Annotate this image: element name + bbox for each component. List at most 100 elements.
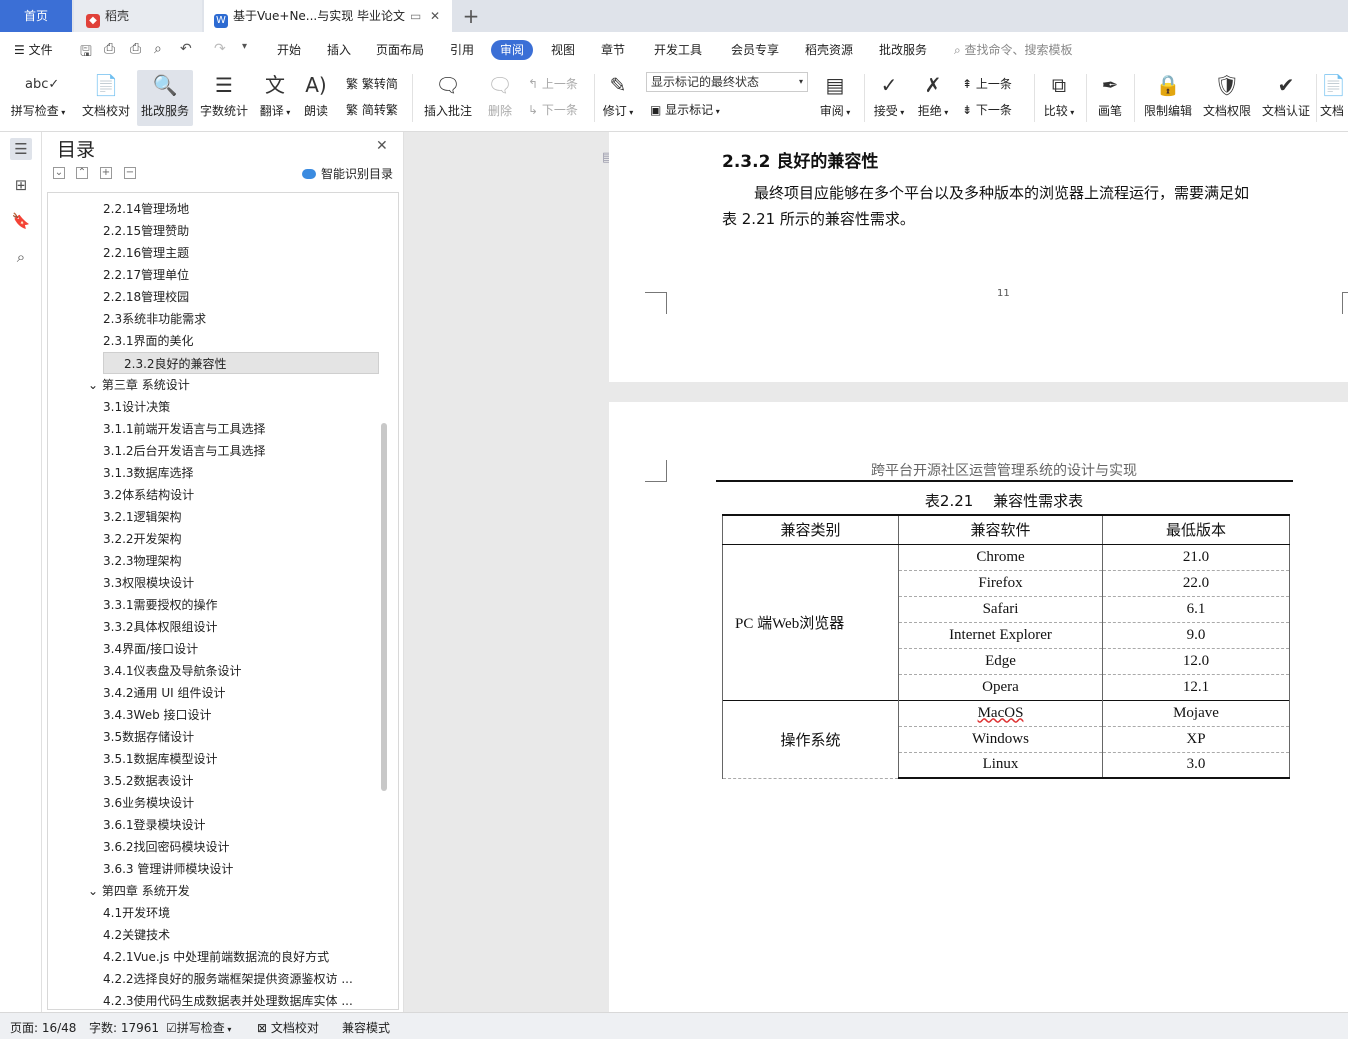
document-certify-button[interactable]: ✔ 文档认证 [1258, 70, 1314, 126]
toc-item[interactable]: 3.4.3Web 接口设计 [103, 704, 212, 726]
toc-item[interactable]: 3.6业务模块设计 [103, 792, 194, 814]
menu-page-layout[interactable]: 页面布局 [376, 40, 424, 60]
toc-item[interactable]: 3.1.1前端开发语言与工具选择 [103, 418, 266, 440]
compare-button[interactable]: ⧉ 比较 ▾ [1040, 70, 1078, 126]
close-icon[interactable]: ✕ [376, 138, 388, 154]
menu-developer[interactable]: 开发工具 [654, 40, 702, 60]
chevron-down-icon[interactable]: ⌄ [88, 884, 102, 898]
correction-service-button[interactable]: 🔍 批改服务 [137, 70, 193, 126]
tab-window-icon[interactable]: ▭ [410, 0, 421, 32]
reject-button[interactable]: ✗ 拒绝 ▾ [914, 70, 952, 126]
redo-icon[interactable]: ↷ [214, 41, 226, 57]
toc-item[interactable]: 3.2体系结构设计 [103, 484, 194, 506]
restrict-editing-button[interactable]: 🔒 限制编辑 [1140, 70, 1196, 126]
toc-item[interactable]: 3.6.3 管理讲师模块设计 [103, 858, 233, 880]
toc-item[interactable]: 3.1.2后台开发语言与工具选择 [103, 440, 266, 462]
add-item-icon[interactable]: + [100, 167, 112, 179]
outline-icon[interactable]: ⊞ [10, 174, 32, 196]
toc-item[interactable]: 2.3系统非功能需求 [103, 308, 206, 330]
next-revision-button[interactable]: ⇟ 下一条 [962, 101, 1012, 118]
simp-to-trad-button[interactable]: 繁 简转繁 [346, 101, 398, 118]
toc-item[interactable]: 4.1开发环境 [103, 902, 170, 924]
toc-item[interactable]: 3.4.2通用 UI 组件设计 [103, 682, 226, 704]
track-changes-button[interactable]: ✎ 修订 ▾ [600, 70, 636, 126]
toc-item[interactable]: 3.2.3物理架构 [103, 550, 182, 572]
toc-item[interactable]: 3.6.1登录模块设计 [103, 814, 206, 836]
status-document-proof[interactable]: ⊠ 文档校对 [257, 1019, 319, 1036]
prev-comment-button[interactable]: ↰ 上一条 [528, 75, 578, 92]
insert-comment-button[interactable]: 🗨 插入批注 [420, 70, 476, 126]
save-icon[interactable]: 🖫 [80, 41, 92, 65]
toc-item[interactable]: 2.2.18管理校园 [103, 286, 189, 308]
menu-review[interactable]: 审阅 [491, 40, 534, 60]
toc-item[interactable]: 3.6.2找回密码模块设计 [103, 836, 230, 858]
new-tab-button[interactable]: + [458, 0, 484, 32]
print-icon[interactable]: ⎙ [130, 41, 141, 57]
toc-chapter-item[interactable]: ⌄ 第四章 系统开发 [88, 880, 190, 902]
menu-start[interactable]: 开始 [277, 40, 301, 60]
page-indicator[interactable]: 页面: 16/48 [10, 1019, 76, 1036]
toc-item[interactable]: 3.5.1数据库模型设计 [103, 748, 218, 770]
smart-toc-button[interactable]: 智能识别目录 [302, 165, 393, 182]
toc-item[interactable]: 2.2.14管理场地 [103, 198, 189, 220]
print-preview-icon[interactable]: ⌕ [154, 41, 162, 57]
toc-item[interactable]: 3.1.3数据库选择 [103, 462, 194, 484]
command-search[interactable]: ⌕ 查找命令、搜索模板 [954, 40, 1073, 60]
document-more-button[interactable]: 📄 文档 [1320, 70, 1348, 126]
show-markup-button[interactable]: ▣ 显示标记 ▾ [650, 101, 720, 118]
expand-all-icon[interactable]: ⌄ [53, 167, 65, 179]
toc-item[interactable]: 2.3.2良好的兼容性 [103, 352, 379, 374]
toc-item[interactable]: 3.3.2具体权限组设计 [103, 616, 218, 638]
customize-chevron-icon[interactable]: ▾ [242, 41, 247, 52]
toc-item[interactable]: 3.3权限模块设计 [103, 572, 194, 594]
accept-button[interactable]: ✓ 接受 ▾ [870, 70, 908, 126]
tab-document[interactable]: W 基于Vue+Ne...与实现 毕业论文 ▭ ✕ [204, 0, 452, 32]
pen-button[interactable]: ✒ 画笔 [1092, 70, 1128, 126]
word-count-button[interactable]: ☰ 字数统计 [196, 70, 252, 126]
tab-home[interactable]: 首页 [0, 0, 72, 32]
markup-state-select[interactable]: 显示标记的最终状态 ▾ [646, 72, 808, 92]
delete-comment-button[interactable]: 🗨 删除 [480, 70, 520, 126]
menu-view[interactable]: 视图 [551, 40, 575, 60]
menu-reference[interactable]: 引用 [450, 40, 474, 60]
toc-item[interactable]: 3.4界面/接口设计 [103, 638, 198, 660]
toc-item[interactable]: 3.2.2开发架构 [103, 528, 182, 550]
remove-item-icon[interactable]: − [124, 167, 136, 179]
status-spell-check[interactable]: ☑拼写检查 ▾ [166, 1019, 231, 1036]
next-comment-button[interactable]: ↳ 下一条 [528, 101, 578, 118]
toc-item[interactable]: 3.1设计决策 [103, 396, 170, 418]
menu-member[interactable]: 会员专享 [731, 40, 779, 60]
toc-item[interactable]: 4.2.1Vue.js 中处理前端数据流的良好方式 [103, 946, 329, 968]
toc-item[interactable]: 3.2.1逻辑架构 [103, 506, 182, 528]
toc-item[interactable]: 3.4.1仪表盘及导航条设计 [103, 660, 242, 682]
tab-daoke[interactable]: ◆ 稻壳 [74, 0, 202, 32]
document-permission-button[interactable]: 🛡 文档权限 [1199, 70, 1255, 126]
menu-daoke-resources[interactable]: 稻壳资源 [805, 40, 853, 60]
toc-panel-icon[interactable]: ☰ [10, 138, 32, 160]
chevron-down-icon[interactable]: ⌄ [88, 378, 102, 392]
toc-item[interactable]: 2.3.1界面的美化 [103, 330, 194, 352]
translate-button[interactable]: 文翻译 ▾ [255, 70, 295, 126]
menu-correction-service[interactable]: 批改服务 [879, 40, 927, 60]
collapse-all-icon[interactable]: ⌃ [76, 167, 88, 179]
toc-item[interactable]: 2.2.17管理单位 [103, 264, 189, 286]
toc-item[interactable]: 2.2.15管理赞助 [103, 220, 189, 242]
prev-revision-button[interactable]: ⇞ 上一条 [962, 75, 1012, 92]
export-pdf-icon[interactable]: ⎙ [104, 41, 115, 57]
menu-insert[interactable]: 插入 [327, 40, 351, 60]
tab-close-icon[interactable]: ✕ [430, 0, 440, 32]
toc-item[interactable]: 3.5.2数据表设计 [103, 770, 194, 792]
file-menu[interactable]: ☰ 文件 [14, 40, 53, 60]
menu-chapter[interactable]: 章节 [601, 40, 625, 60]
toc-chapter-item[interactable]: ⌄ 第三章 系统设计 [88, 374, 190, 396]
bookmark-icon[interactable]: 🔖 [10, 210, 32, 232]
toc-item[interactable]: 4.2.2选择良好的服务端框架提供资源鉴权访 ... [103, 968, 353, 990]
toc-item[interactable]: 3.5数据存储设计 [103, 726, 194, 748]
toc-item[interactable]: 4.2.3使用代码生成数据表并处理数据库实体 ... [103, 990, 353, 1009]
trad-to-simp-button[interactable]: 繁 繁转简 [346, 75, 398, 92]
review-pane-button[interactable]: ▤ 审阅 ▾ [816, 70, 854, 126]
toc-item[interactable]: 3.3.1需要授权的操作 [103, 594, 218, 616]
read-aloud-button[interactable]: A) 朗读 [298, 70, 334, 126]
toc-item[interactable]: 2.2.16管理主题 [103, 242, 189, 264]
document-proof-button[interactable]: 📄 文档校对 [78, 70, 134, 126]
